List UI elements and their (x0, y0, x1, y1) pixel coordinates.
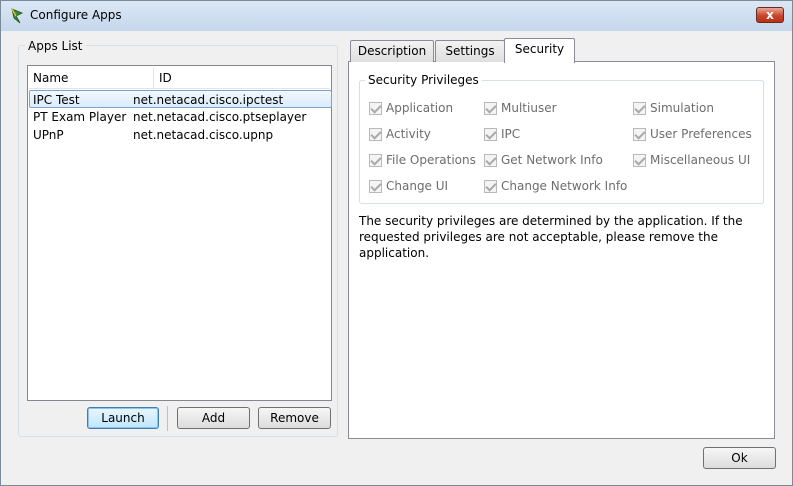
tab-security[interactable]: Security (504, 38, 575, 63)
app-name: UPnP (33, 128, 64, 142)
check-icon (369, 128, 382, 141)
check-icon (369, 154, 382, 167)
check-icon (484, 102, 497, 115)
configure-apps-window: Configure Apps x Apps List Name ID IPC T… (0, 0, 793, 486)
app-id: net.netacad.cisco.ptseplayer (133, 110, 307, 124)
check-icon (369, 102, 382, 115)
check-icon (633, 102, 646, 115)
checkbox-label: Miscellaneous UI (650, 153, 751, 167)
check-icon (633, 154, 646, 167)
check-icon (633, 128, 646, 141)
launch-button[interactable]: Launch (87, 407, 159, 429)
checkbox-label: Multiuser (501, 101, 557, 115)
app-id: net.netacad.cisco.ipctest (133, 93, 284, 107)
check-icon (484, 128, 497, 141)
table-row[interactable]: IPC Test net.netacad.cisco.ipctest (29, 90, 332, 108)
list-header: Name ID (29, 67, 330, 89)
table-row[interactable]: UPnP net.netacad.cisco.upnp (30, 126, 333, 144)
description-line: The security privileges are determined b… (359, 214, 743, 228)
checkbox-label: Change UI (386, 179, 449, 193)
apps-listbox[interactable]: Name ID IPC Test net.netacad.cisco.ipcte… (27, 65, 332, 401)
checkbox-label: Simulation (650, 101, 714, 115)
checkbox-label: Application (386, 101, 454, 115)
table-row[interactable]: PT Exam Player net.netacad.cisco.ptsepla… (30, 108, 333, 126)
app-id: net.netacad.cisco.upnp (133, 128, 274, 142)
apps-list-label: Apps List (25, 39, 86, 53)
close-button[interactable]: x (756, 7, 784, 23)
security-privileges-label: Security Privileges (365, 73, 482, 87)
checkbox-label: Activity (386, 127, 431, 141)
check-icon (484, 180, 497, 193)
add-button[interactable]: Add (177, 407, 250, 429)
checkbox-label: Change Network Info (501, 179, 628, 193)
app-name: IPC Test (33, 93, 80, 107)
title-bar: Configure Apps x (1, 1, 792, 31)
checkbox-label: IPC (501, 127, 521, 141)
window-title: Configure Apps (30, 8, 122, 22)
check-icon (484, 154, 497, 167)
description-line: application. (359, 246, 430, 260)
checkbox-label: Get Network Info (501, 153, 603, 167)
remove-button[interactable]: Remove (258, 407, 331, 429)
checkbox-label: User Preferences (650, 127, 752, 141)
ok-button[interactable]: Ok (703, 447, 776, 469)
security-description: The security privileges are determined b… (359, 213, 759, 261)
app-name: PT Exam Player (33, 110, 127, 124)
close-icon: x (766, 8, 774, 22)
column-header-id[interactable]: ID (159, 71, 172, 85)
description-line: requested privileges are not acceptable,… (359, 230, 719, 244)
column-header-name[interactable]: Name (33, 71, 68, 85)
app-icon (11, 8, 23, 24)
column-divider[interactable] (153, 67, 154, 89)
check-icon (369, 180, 382, 193)
tab-settings[interactable]: Settings (435, 40, 505, 62)
button-divider (167, 406, 168, 431)
tab-description[interactable]: Description (350, 40, 434, 62)
checkbox-label: File Operations (386, 153, 476, 167)
